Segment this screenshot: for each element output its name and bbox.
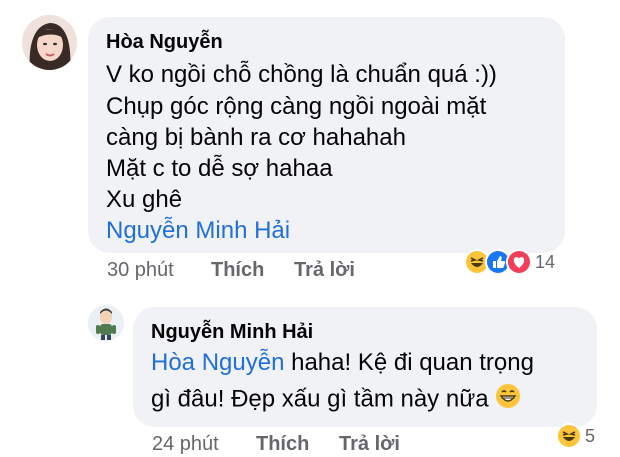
- reply-like-button[interactable]: Thích: [256, 433, 309, 456]
- reply-reply-label: Trả lời: [339, 433, 400, 455]
- like-label: Thích: [211, 259, 265, 281]
- reply-like-label: Thích: [256, 433, 310, 455]
- reaction-summary[interactable]: 14: [464, 249, 555, 275]
- avatar-hoa-nguyen[interactable]: [22, 15, 77, 70]
- comment-line-5: Xu ghê: [106, 186, 183, 213]
- reply-line-2: gì đâu! Đẹp xấu gì tầm này nữa: [151, 383, 521, 417]
- reply-bubble: Nguyễn Minh Hải Hòa Nguyễn haha! Kệ đi q…: [133, 307, 597, 427]
- grin-emoji-icon: [495, 383, 521, 417]
- reply-timestamp[interactable]: 24 phút: [152, 433, 219, 456]
- comment-bubble: Hòa Nguyễn V ko ngồi chỗ chồng là chuẩn …: [88, 17, 565, 253]
- reply-button[interactable]: Trả lời: [294, 259, 355, 282]
- reply-reaction-summary[interactable]: 5: [556, 423, 595, 449]
- reply-line-2-text: gì đâu! Đẹp xấu gì tầm này nữa: [151, 385, 489, 413]
- like-button[interactable]: Thích: [211, 259, 264, 282]
- avatar-nguyen-minh-hai[interactable]: [88, 305, 124, 341]
- mention-link[interactable]: Nguyễn Minh Hải: [106, 216, 290, 246]
- reply-line-1: Hòa Nguyễn haha! Kệ đi quan trọng: [151, 348, 534, 378]
- reply-label: Trả lời: [294, 259, 355, 281]
- comment-line-1: V ko ngồi chỗ chồng là chuẩn quá :)): [106, 61, 497, 88]
- reaction-count: 14: [535, 251, 556, 272]
- comment-line-2: Chụp góc rộng càng ngồi ngoài mặt: [106, 93, 487, 120]
- reply-reaction-count: 5: [585, 425, 596, 446]
- reply-reply-button[interactable]: Trả lời: [339, 433, 400, 456]
- reply-line-1-text: haha! Kệ đi quan trọng: [284, 349, 534, 376]
- reply-author[interactable]: Nguyễn Minh Hải: [151, 321, 313, 344]
- comment-line-3: càng bị bành ra cơ hahahah: [106, 124, 406, 151]
- comment-timestamp[interactable]: 30 phút: [107, 259, 174, 282]
- haha-icon: [556, 423, 582, 449]
- comment-line-4: Mặt c to dễ sợ hahaa: [106, 155, 333, 182]
- love-icon: [506, 249, 532, 275]
- comment-author[interactable]: Hòa Nguyễn: [106, 31, 223, 54]
- reply-mention-link[interactable]: Hòa Nguyễn: [151, 349, 284, 376]
